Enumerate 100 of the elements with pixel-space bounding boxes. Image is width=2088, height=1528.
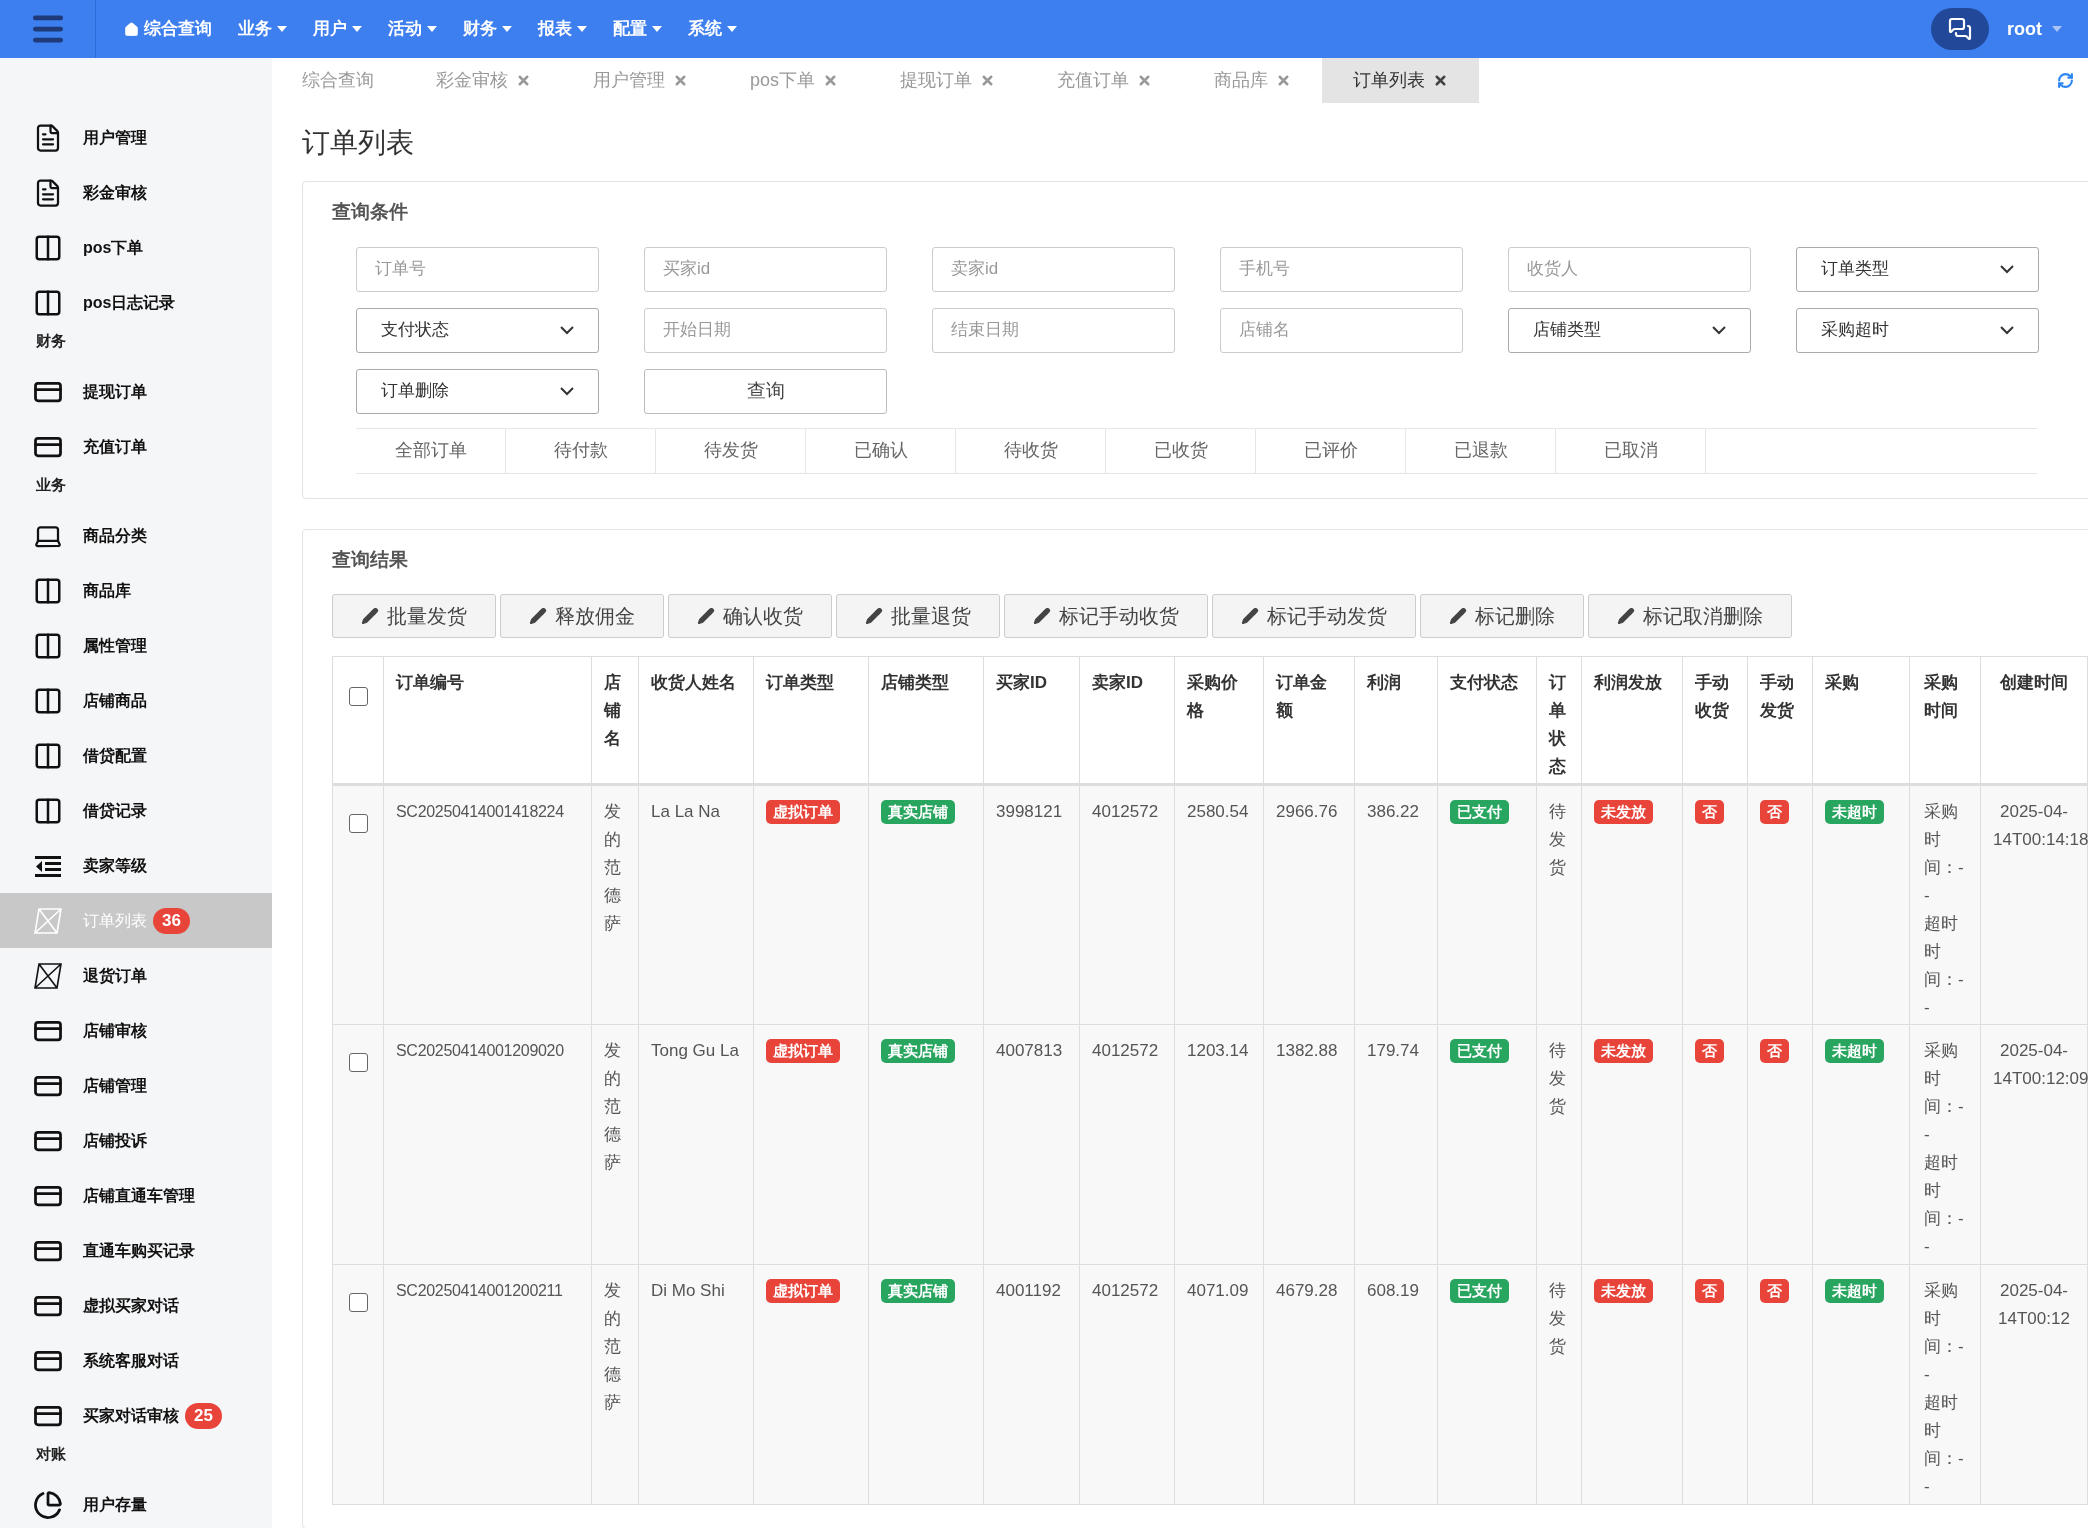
status-tab[interactable]: 待发货 [656, 428, 806, 473]
action-button[interactable]: 标记删除 [1420, 594, 1584, 638]
status-tab[interactable]: 已收货 [1106, 428, 1256, 473]
select-field[interactable]: 订单类型 [1796, 246, 2039, 292]
action-button[interactable]: 标记手动发货 [1212, 594, 1416, 638]
sidebar-item[interactable]: pos日志记录 [0, 275, 272, 330]
input-field[interactable]: 收货人 [1508, 246, 1751, 292]
column-header: 创建时间 [2000, 673, 2068, 692]
status-badge: 已支付 [1450, 800, 1509, 824]
nav-menu[interactable]: 系统 [688, 16, 737, 42]
select-field[interactable]: 订单删除 [356, 368, 599, 414]
sidebar-item[interactable]: 借贷记录 [0, 783, 272, 838]
column-header: 买家ID [996, 673, 1047, 692]
action-button[interactable]: 释放佣金 [500, 594, 664, 638]
refresh-icon[interactable] [2057, 72, 2074, 89]
sidebar-item[interactable]: 店铺审核 [0, 1003, 272, 1058]
chevron-down-icon [560, 386, 574, 396]
status-tab[interactable]: 已退款 [1406, 428, 1556, 473]
sidebar-item[interactable]: 商品分类 [0, 508, 272, 563]
sidebar-item[interactable]: 用户管理 [0, 110, 272, 165]
sidebar-item[interactable]: 店铺商品 [0, 673, 272, 728]
column-header: 订单类型 [766, 673, 834, 692]
count-badge: 25 [185, 1402, 222, 1429]
sidebar-item[interactable]: 店铺直通车管理 [0, 1168, 272, 1223]
pencil-icon [865, 607, 883, 625]
status-badge: 否 [1760, 1039, 1789, 1063]
sidebar-item[interactable]: 虚拟买家对话 [0, 1278, 272, 1333]
status-tab[interactable]: 已取消 [1556, 428, 1706, 473]
user-menu[interactable]: root [2007, 15, 2062, 43]
table-cell: SC20250414001418224 [396, 803, 564, 820]
sidebar-item[interactable]: 彩金审核 [0, 165, 272, 220]
sidebar-item[interactable]: 充值订单 [0, 419, 272, 474]
checkbox[interactable] [348, 687, 368, 706]
select-field[interactable]: 采购超时 [1796, 307, 2039, 353]
table-cell: 发的范德萨 [604, 1281, 621, 1412]
status-tab[interactable]: 全部订单 [356, 428, 506, 473]
nav-menu[interactable]: 配置 [613, 16, 662, 42]
column-header: 店铺名 [604, 673, 621, 748]
caret-icon [502, 26, 512, 32]
input-field[interactable]: 店铺名 [1220, 307, 1463, 353]
table-cell: 2025-04-14T00:12 [1998, 1281, 2070, 1328]
sidebar-item[interactable]: 店铺管理 [0, 1058, 272, 1113]
nav-menu[interactable]: 业务 [238, 16, 287, 42]
search-button[interactable]: 查询 [644, 368, 887, 414]
checkbox[interactable] [348, 814, 368, 833]
status-tab[interactable]: 已评价 [1256, 428, 1406, 473]
nav-menu[interactable]: 活动 [388, 16, 437, 42]
nav-menu[interactable]: 综合查询 [124, 16, 212, 42]
column-header: 利润发放 [1594, 673, 1662, 692]
select-field[interactable]: 支付状态 [356, 307, 599, 353]
checkbox[interactable] [348, 1293, 368, 1312]
checkbox[interactable] [348, 1053, 368, 1072]
sidebar-item[interactable]: 商品库 [0, 563, 272, 618]
sidebar-item[interactable]: pos下单 [0, 220, 272, 275]
action-button[interactable]: 批量发货 [332, 594, 496, 638]
select-field[interactable]: 店铺类型 [1508, 307, 1751, 353]
nav-menu[interactable]: 报表 [538, 16, 587, 42]
sidebar-item[interactable]: 借贷配置 [0, 728, 272, 783]
action-button[interactable]: 确认收货 [668, 594, 832, 638]
table-cell: 4001192 [996, 1281, 1061, 1300]
action-button[interactable]: 标记手动收货 [1004, 594, 1208, 638]
chat-icon [1948, 17, 1972, 41]
page-tab[interactable]: 订单列表 [1322, 58, 1480, 103]
chat-button[interactable] [1931, 8, 1989, 50]
table-cell: 4679.28 [1276, 1281, 1338, 1300]
input-field[interactable]: 订单号 [356, 246, 599, 292]
chevron-down-icon [560, 325, 574, 335]
status-badge: 否 [1695, 1039, 1724, 1063]
status-tab[interactable]: 已确认 [806, 428, 956, 473]
nav-menu[interactable]: 用户 [313, 16, 362, 42]
home-icon [124, 21, 139, 37]
action-button[interactable]: 标记取消删除 [1588, 594, 1792, 638]
nav-menu[interactable]: 财务 [463, 16, 512, 42]
sidebar-item[interactable]: 买家对话审核 25 [0, 1388, 272, 1443]
sidebar-item[interactable]: 用户存量 [0, 1477, 272, 1528]
status-tab[interactable]: 待付款 [506, 428, 656, 473]
sidebar-item[interactable]: 卖家等级 [0, 838, 272, 893]
input-field[interactable]: 买家id [644, 246, 887, 292]
action-button[interactable]: 批量退货 [836, 594, 1000, 638]
table-cell: 608.19 [1367, 1281, 1419, 1300]
sidebar-item[interactable]: 系统客服对话 [0, 1333, 272, 1388]
input-field[interactable]: 开始日期 [644, 307, 887, 353]
status-badge: 未超时 [1825, 1039, 1884, 1063]
sidebar-section-label: 财务 [35, 331, 67, 351]
pencil-icon [1033, 607, 1051, 625]
status-tab[interactable]: 待收货 [956, 428, 1106, 473]
input-field[interactable]: 结束日期 [932, 307, 1175, 353]
table-cell-text: 超时时间：-- [1924, 1152, 1965, 1258]
status-badge: 真实店铺 [881, 800, 955, 824]
table-cell: 发的范德萨 [604, 1041, 621, 1172]
sidebar-item[interactable]: 属性管理 [0, 618, 272, 673]
input-field[interactable]: 手机号 [1220, 246, 1463, 292]
status-badge: 虚拟订单 [766, 800, 840, 824]
input-field[interactable]: 卖家id [932, 246, 1175, 292]
sidebar-item[interactable]: 店铺投诉 [0, 1113, 272, 1168]
column-header: 订单编号 [396, 673, 464, 692]
sidebar-item[interactable]: 直通车购买记录 [0, 1223, 272, 1278]
sidebar-item[interactable]: 退货订单 [0, 948, 272, 1003]
pencil-icon [697, 607, 715, 625]
sidebar-item[interactable]: 提现订单 [0, 364, 272, 419]
